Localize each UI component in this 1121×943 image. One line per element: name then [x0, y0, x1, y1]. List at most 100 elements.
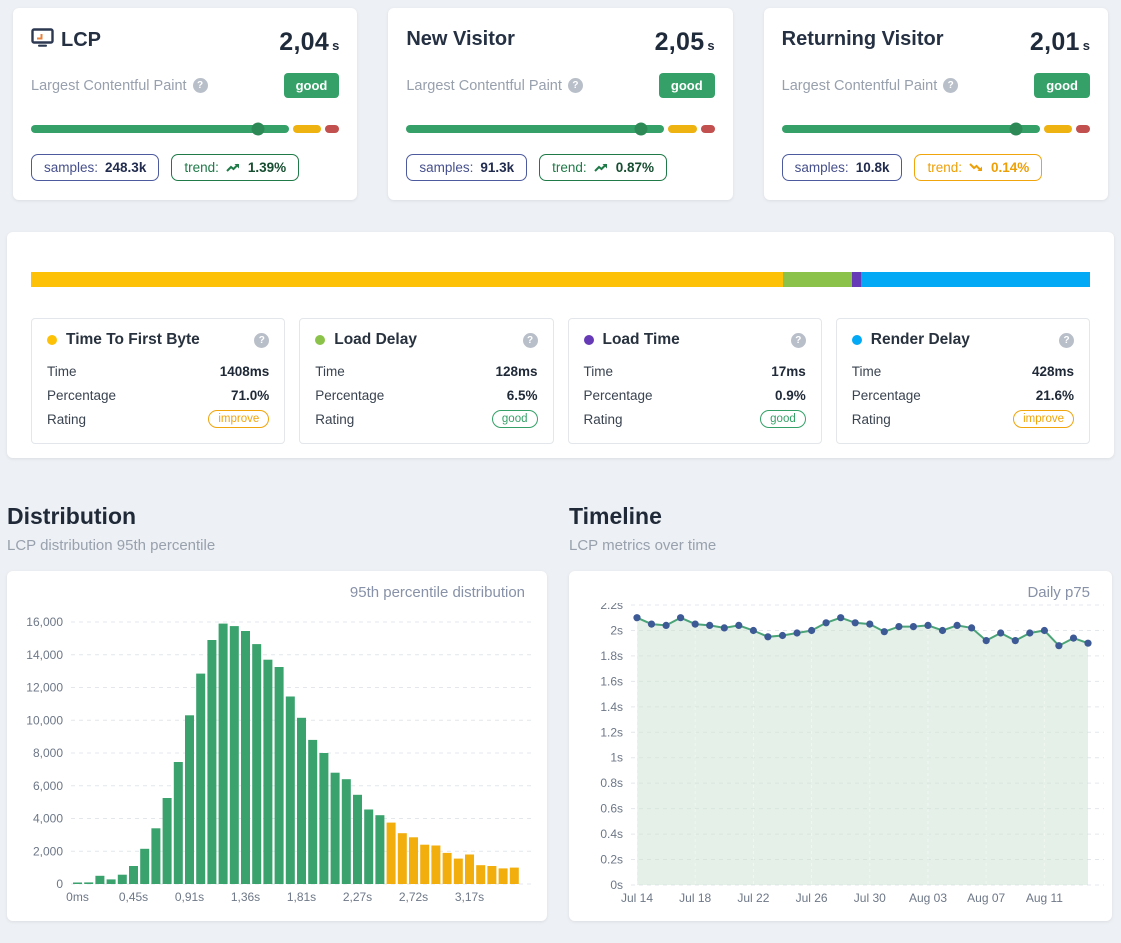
histogram-bar[interactable] — [73, 883, 82, 885]
help-icon[interactable]: ? — [1059, 333, 1074, 348]
timeline-point[interactable] — [852, 619, 859, 626]
timeline-point[interactable] — [793, 629, 800, 636]
histogram-bar[interactable] — [465, 855, 474, 885]
timeline-point[interactable] — [1084, 640, 1091, 647]
histogram-bar[interactable] — [319, 753, 328, 884]
phase-segment[interactable] — [852, 272, 862, 287]
histogram-bar[interactable] — [398, 833, 407, 884]
samples-pill[interactable]: samples: 248.3k — [31, 154, 159, 181]
histogram-bar[interactable] — [140, 849, 149, 884]
rating-badge: good — [760, 410, 806, 428]
timeline-point[interactable] — [1012, 637, 1019, 644]
histogram-bar[interactable] — [431, 846, 440, 885]
trend-pill[interactable]: trend: 0.14% — [914, 154, 1042, 181]
timeline-point[interactable] — [721, 624, 728, 631]
timeline-point[interactable] — [910, 623, 917, 630]
histogram-bar[interactable] — [174, 762, 183, 884]
phase-stacked-bar — [31, 272, 1090, 287]
help-icon[interactable]: ? — [254, 333, 269, 348]
histogram-bar[interactable] — [364, 810, 373, 885]
histogram-bar[interactable] — [207, 640, 216, 884]
histogram-bar[interactable] — [196, 674, 205, 884]
histogram-bar[interactable] — [487, 866, 496, 884]
phase-segment[interactable] — [861, 272, 1090, 287]
histogram-bar[interactable] — [163, 798, 172, 884]
help-icon[interactable]: ? — [568, 78, 583, 93]
histogram-bar[interactable] — [420, 845, 429, 884]
histogram-bar[interactable] — [151, 828, 160, 884]
timeline-point[interactable] — [808, 627, 815, 634]
help-icon[interactable]: ? — [523, 333, 538, 348]
timeline-point[interactable] — [939, 627, 946, 634]
histogram-bar[interactable] — [510, 868, 519, 884]
histogram-bar[interactable] — [185, 715, 194, 884]
timeline-point[interactable] — [633, 614, 640, 621]
histogram-bar[interactable] — [308, 740, 317, 884]
histogram-bar[interactable] — [331, 773, 340, 884]
rating-badge: improve — [208, 410, 269, 428]
samples-pill[interactable]: samples: 91.3k — [406, 154, 527, 181]
trend-pill[interactable]: trend: 1.39% — [171, 154, 299, 181]
timeline-point[interactable] — [735, 622, 742, 629]
trend-pill[interactable]: trend: 0.87% — [539, 154, 667, 181]
x-tick-label: 0ms — [66, 890, 89, 904]
metric-subtitle: Largest Contentful Paint ? — [406, 78, 583, 94]
timeline-point[interactable] — [895, 623, 902, 630]
histogram-bar[interactable] — [297, 718, 306, 884]
timeline-point[interactable] — [648, 621, 655, 628]
histogram-bar[interactable] — [353, 795, 362, 884]
histogram-bar[interactable] — [118, 875, 127, 884]
help-icon[interactable]: ? — [943, 78, 958, 93]
histogram-bar[interactable] — [409, 837, 418, 884]
y-tick-label: 1.4s — [600, 700, 623, 714]
timeline-point[interactable] — [968, 624, 975, 631]
phase-segment[interactable] — [31, 272, 783, 287]
histogram-bar[interactable] — [230, 626, 239, 884]
timeline-point[interactable] — [866, 621, 873, 628]
histogram-bar[interactable] — [476, 865, 485, 884]
timeline-point[interactable] — [1026, 629, 1033, 636]
timeline-point[interactable] — [837, 614, 844, 621]
samples-pill[interactable]: samples: 10.8k — [782, 154, 903, 181]
timeline-point[interactable] — [750, 627, 757, 634]
histogram-bar[interactable] — [375, 815, 384, 884]
histogram-bar[interactable] — [454, 859, 463, 884]
histogram-bar[interactable] — [499, 868, 508, 884]
threshold-bar-improve — [293, 125, 321, 133]
histogram-bar[interactable] — [263, 660, 272, 884]
histogram-bar[interactable] — [84, 882, 93, 884]
timeline-point[interactable] — [663, 622, 670, 629]
x-tick-label: Aug 11 — [1026, 891, 1063, 905]
histogram-bar[interactable] — [286, 697, 295, 885]
histogram-bar[interactable] — [129, 866, 138, 884]
timeline-point[interactable] — [1070, 635, 1077, 642]
help-icon[interactable]: ? — [193, 78, 208, 93]
timeline-point[interactable] — [779, 632, 786, 639]
timeline-point[interactable] — [924, 622, 931, 629]
timeline-point[interactable] — [692, 621, 699, 628]
histogram-bar[interactable] — [241, 631, 250, 884]
histogram-bar[interactable] — [95, 876, 104, 884]
timeline-point[interactable] — [954, 622, 961, 629]
threshold-bar — [31, 125, 339, 133]
histogram-bar[interactable] — [252, 644, 261, 884]
y-tick-label: 0.4s — [600, 827, 623, 841]
timeline-point[interactable] — [1055, 642, 1062, 649]
histogram-bar[interactable] — [387, 823, 396, 884]
phase-segment[interactable] — [783, 272, 852, 287]
timeline-point[interactable] — [997, 629, 1004, 636]
timeline-point[interactable] — [983, 637, 990, 644]
histogram-bar[interactable] — [342, 779, 351, 884]
help-icon[interactable]: ? — [791, 333, 806, 348]
histogram-bar[interactable] — [219, 624, 228, 884]
histogram-bar[interactable] — [107, 879, 116, 884]
timeline-point[interactable] — [764, 633, 771, 640]
timeline-point[interactable] — [881, 628, 888, 635]
timeline-point[interactable] — [823, 619, 830, 626]
rating-badge: good — [492, 410, 538, 428]
timeline-point[interactable] — [706, 622, 713, 629]
histogram-bar[interactable] — [275, 667, 284, 884]
timeline-point[interactable] — [677, 614, 684, 621]
timeline-point[interactable] — [1041, 627, 1048, 634]
histogram-bar[interactable] — [443, 853, 452, 884]
